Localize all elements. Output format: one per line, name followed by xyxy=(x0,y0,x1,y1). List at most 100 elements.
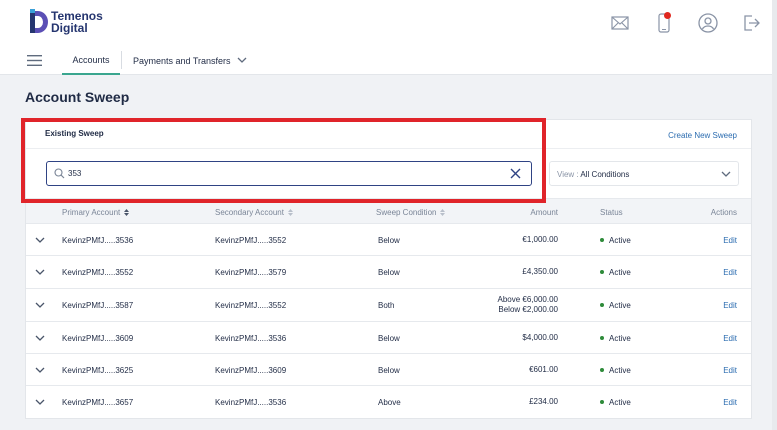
status-text: Active xyxy=(609,236,631,245)
card-title: Existing Sweep xyxy=(45,129,104,138)
search-icon xyxy=(54,168,65,179)
table-row: KevinzPMfJ.....3657 KevinzPMfJ.....3536 … xyxy=(26,386,751,418)
header-primary-label: Primary Account xyxy=(62,208,121,217)
view-value: All Conditions xyxy=(580,170,630,179)
profile-icon[interactable] xyxy=(697,12,719,34)
amount: €601.00 xyxy=(529,365,558,375)
edit-link[interactable]: Edit xyxy=(723,398,737,407)
status-text: Active xyxy=(609,334,631,343)
expand-chevron-icon[interactable] xyxy=(34,396,46,408)
header-secondary-label: Secondary Account xyxy=(215,208,284,217)
status-badge: Active xyxy=(600,236,631,245)
status-dot xyxy=(600,302,604,307)
expand-chevron-icon[interactable] xyxy=(34,234,46,246)
header-actions xyxy=(609,12,763,34)
status-badge: Active xyxy=(600,301,631,310)
primary-account: KevinzPMfJ.....3536 xyxy=(62,236,134,245)
status-text: Active xyxy=(609,366,631,375)
secondary-account: KevinzPMfJ.....3579 xyxy=(215,268,287,277)
sweep-condition: Below xyxy=(378,334,400,343)
status-badge: Active xyxy=(600,366,631,375)
sort-icon xyxy=(287,209,293,216)
view-filter-label: View : All Conditions xyxy=(557,170,629,179)
status-text: Active xyxy=(609,301,631,310)
status-dot xyxy=(600,399,604,404)
table-row: KevinzPMfJ.....3536 KevinzPMfJ.....3552 … xyxy=(26,224,751,256)
sort-icon xyxy=(124,209,130,216)
search-box[interactable] xyxy=(46,161,532,186)
close-icon[interactable] xyxy=(509,167,522,180)
secondary-account: KevinzPMfJ.....3552 xyxy=(215,301,287,310)
amount: €1,000.00 xyxy=(522,235,558,245)
primary-account: KevinzPMfJ.....3587 xyxy=(62,301,134,310)
mail-icon[interactable] xyxy=(609,12,631,34)
secondary-account: KevinzPMfJ.....3552 xyxy=(215,236,287,245)
status-badge: Active xyxy=(600,398,631,407)
edit-link[interactable]: Edit xyxy=(723,301,737,310)
sort-icon xyxy=(440,209,446,216)
primary-account: KevinzPMfJ.....3657 xyxy=(62,398,134,407)
amount-line-1: £234.00 xyxy=(529,397,558,406)
amount-line-2: Below €2,000.00 xyxy=(498,305,558,314)
hamburger-menu-icon[interactable] xyxy=(27,55,42,66)
expand-chevron-icon[interactable] xyxy=(34,299,46,311)
edit-link[interactable]: Edit xyxy=(723,366,737,375)
secondary-account: KevinzPMfJ.....3536 xyxy=(215,334,287,343)
header-status: Status xyxy=(600,208,623,217)
logo-mark-icon xyxy=(30,9,48,33)
table-header: Primary Account Secondary Account Sweep … xyxy=(26,198,751,224)
expand-chevron-icon[interactable] xyxy=(34,266,46,278)
table-row: KevinzPMfJ.....3552 KevinzPMfJ.....3579 … xyxy=(26,256,751,289)
table-row: KevinzPMfJ.....3587 KevinzPMfJ.....3552 … xyxy=(26,289,751,322)
table-row: KevinzPMfJ.....3609 KevinzPMfJ.....3536 … xyxy=(26,322,751,354)
status-text: Active xyxy=(609,398,631,407)
edit-link[interactable]: Edit xyxy=(723,334,737,343)
amount-line-1: Above €6,000.00 xyxy=(497,295,559,304)
status-dot xyxy=(600,269,604,274)
secondary-account: KevinzPMfJ.....3536 xyxy=(215,398,287,407)
header-actions: Actions xyxy=(710,208,737,217)
sweep-condition: Below xyxy=(378,236,400,245)
main-navigation: Accounts Payments and Transfers xyxy=(0,46,777,75)
logo-text: Temenos Digital xyxy=(51,10,103,34)
expand-chevron-icon[interactable] xyxy=(34,332,46,344)
tab-accounts[interactable]: Accounts xyxy=(62,46,120,75)
amount: $4,000.00 xyxy=(522,333,558,343)
primary-account: KevinzPMfJ.....3625 xyxy=(62,366,134,375)
view-filter-dropdown[interactable]: View : All Conditions xyxy=(549,161,739,186)
chevron-down-icon xyxy=(721,171,731,177)
brand-line2: Digital xyxy=(51,21,88,35)
status-text: Active xyxy=(609,268,631,277)
scrollbar-track[interactable] xyxy=(772,0,777,430)
primary-account: KevinzPMfJ.....3552 xyxy=(62,268,134,277)
expand-chevron-icon[interactable] xyxy=(34,364,46,376)
header-primary-account[interactable]: Primary Account xyxy=(62,208,130,217)
chevron-down-icon[interactable] xyxy=(236,54,248,66)
notification-dot xyxy=(664,12,671,19)
status-badge: Active xyxy=(600,334,631,343)
status-dot xyxy=(600,335,604,340)
status-dot xyxy=(600,237,604,242)
mobile-icon[interactable] xyxy=(653,12,675,34)
amount-line-1: $4,000.00 xyxy=(522,333,558,342)
amount-line-1: €601.00 xyxy=(529,365,558,374)
search-input[interactable] xyxy=(68,166,488,181)
amount-line-1: €1,000.00 xyxy=(522,235,558,244)
secondary-account: KevinzPMfJ.....3609 xyxy=(215,366,287,375)
status-badge: Active xyxy=(600,268,631,277)
create-new-sweep-link[interactable]: Create New Sweep xyxy=(668,131,737,140)
edit-link[interactable]: Edit xyxy=(723,268,737,277)
amount: £4,350.00 xyxy=(522,267,558,277)
tab-payments-and-transfers[interactable]: Payments and Transfers xyxy=(133,46,231,75)
page-title: Account Sweep xyxy=(25,89,130,105)
temenos-logo[interactable]: Temenos Digital xyxy=(29,9,103,35)
header-sweep-condition[interactable]: Sweep Condition xyxy=(376,208,446,217)
edit-link[interactable]: Edit xyxy=(723,236,737,245)
status-dot xyxy=(600,367,604,372)
tab-divider xyxy=(121,51,122,69)
header-amount: Amount xyxy=(530,208,558,217)
logout-icon[interactable] xyxy=(741,12,763,34)
sweep-condition: Below xyxy=(378,366,400,375)
sweep-condition: Both xyxy=(378,301,395,310)
header-secondary-account[interactable]: Secondary Account xyxy=(215,208,294,217)
